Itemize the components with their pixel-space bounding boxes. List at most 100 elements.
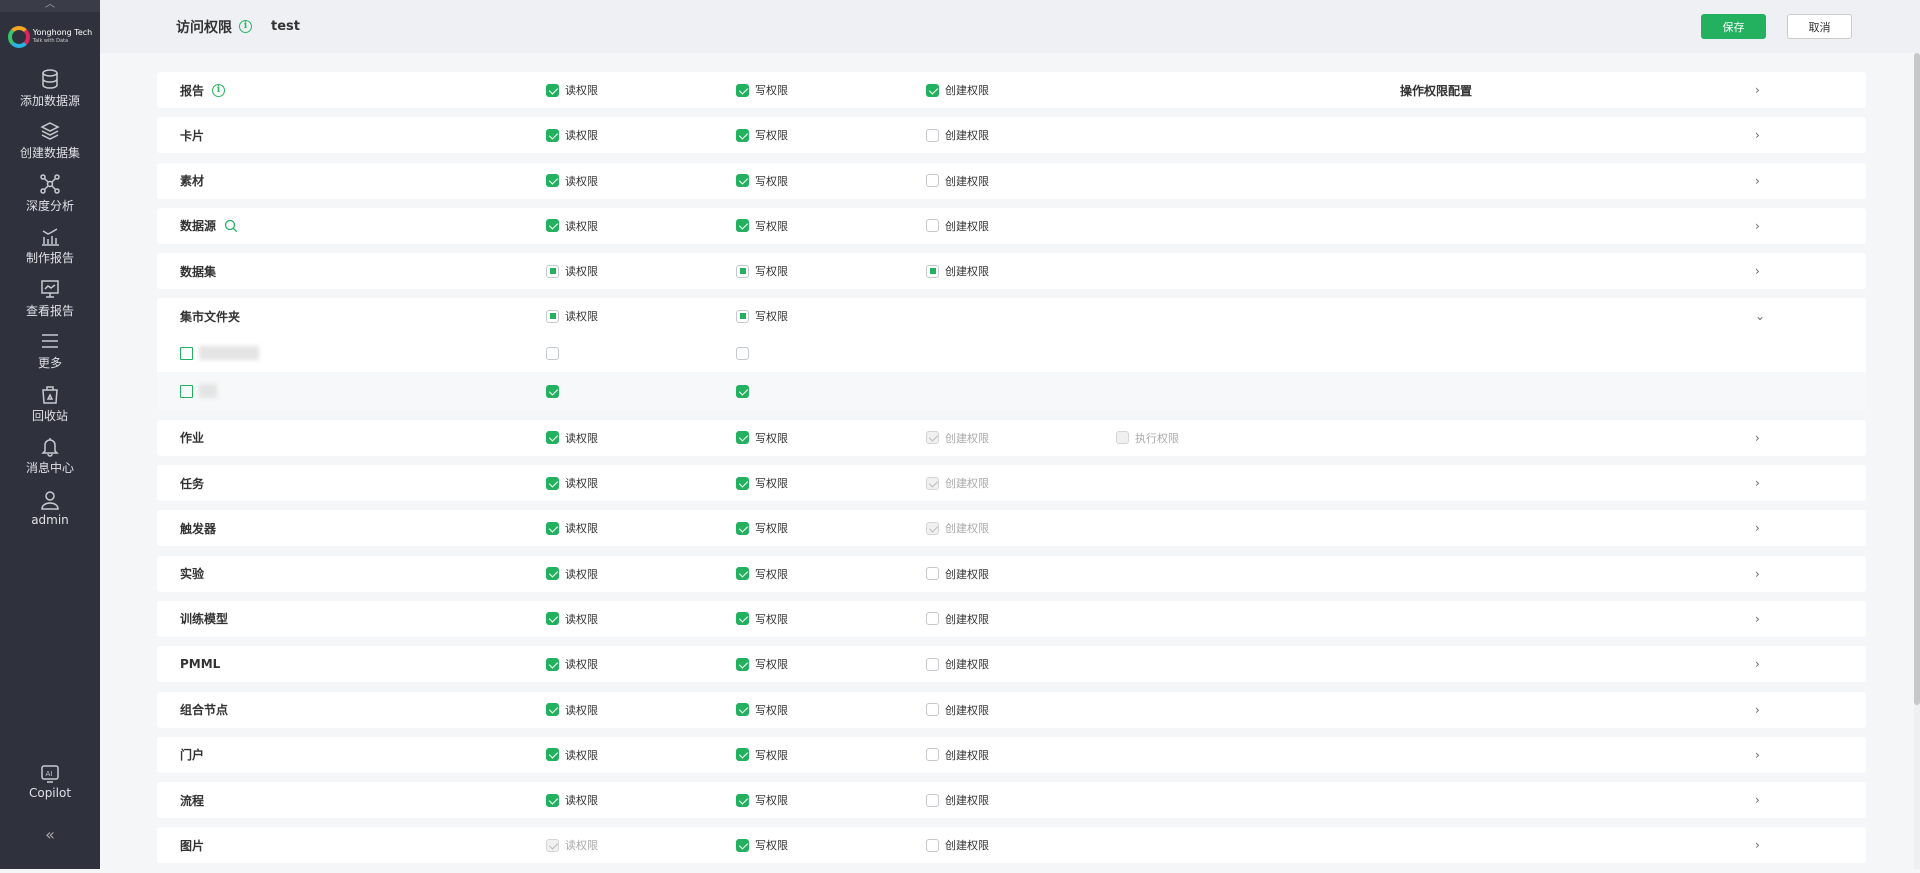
sidebar-item-menu[interactable]: 更多 [0,325,100,378]
checkbox[interactable] [546,219,559,233]
sidebar-item-trash[interactable]: 回收站 [0,377,100,430]
permission-checkbox[interactable]: 写权限 [736,475,788,491]
permission-checkbox[interactable]: 读权限 [546,82,598,98]
permission-checkbox[interactable]: 写权限 [736,520,788,536]
checkbox[interactable] [546,793,559,807]
permission-checkbox[interactable]: 创建权限 [926,218,989,234]
permission-row[interactable]: 数据集 读权限 写权限 创建权限 › [157,253,1866,289]
checkbox[interactable] [736,309,749,323]
permission-checkbox[interactable]: 创建权限 [926,566,989,582]
permission-checkbox[interactable]: 写权限 [736,218,788,234]
permission-checkbox[interactable]: 读权限 [546,127,598,143]
permission-checkbox[interactable] [736,384,749,398]
checkbox[interactable] [736,657,749,671]
permission-row[interactable]: 实验 读权限 写权限 创建权限 › [157,556,1866,592]
permission-checkbox[interactable]: 创建权限 [926,127,989,143]
permission-checkbox[interactable]: 写权限 [736,127,788,143]
sidebar-item-user[interactable]: admin [0,482,100,535]
checkbox[interactable] [546,612,559,626]
checkbox[interactable] [926,838,939,852]
info-icon[interactable]: i [212,83,226,97]
permission-row[interactable]: 任务 读权限 写权限 创建权限 › [157,465,1866,501]
checkbox[interactable] [736,264,749,278]
checkbox[interactable] [736,567,749,581]
checkbox[interactable] [736,476,749,490]
checkbox[interactable] [736,838,749,852]
permission-checkbox[interactable]: 读权限 [546,611,598,627]
chevron-right-icon[interactable]: › [1755,657,1760,671]
checkbox[interactable] [546,128,559,142]
checkbox[interactable] [546,264,559,278]
permission-checkbox[interactable]: 创建权限 [926,656,989,672]
permission-checkbox[interactable]: 读权限 [546,173,598,189]
permission-row[interactable]: 数据源 读权限 写权限 创建权限 › [157,208,1866,244]
permission-checkbox[interactable]: 写权限 [736,308,788,324]
chevron-right-icon[interactable]: › [1755,521,1760,535]
chevron-right-icon[interactable]: › [1755,431,1760,445]
checkbox[interactable] [736,128,749,142]
permission-checkbox[interactable]: 读权限 [546,792,598,808]
checkbox[interactable] [926,174,939,188]
folder-row[interactable] [157,334,1866,372]
sidebar-item-network[interactable]: 深度分析 [0,167,100,220]
checkbox[interactable] [546,174,559,188]
checkbox[interactable] [926,748,939,762]
permission-checkbox[interactable] [736,346,749,360]
checkbox[interactable] [736,83,749,97]
permission-checkbox[interactable]: 创建权限 [926,611,989,627]
chevron-right-icon[interactable]: › [1755,128,1760,142]
checkbox[interactable] [736,793,749,807]
sidebar-item-bar-chart[interactable]: 制作报告 [0,220,100,273]
checkbox[interactable] [926,83,939,97]
chevron-right-icon[interactable]: › [1755,838,1760,852]
checkbox[interactable] [546,431,559,445]
chevron-right-icon[interactable]: › [1755,567,1760,581]
permission-checkbox[interactable]: 创建权限 [926,747,989,763]
checkbox[interactable] [926,567,939,581]
permission-checkbox[interactable]: 写权限 [736,747,788,763]
chevron-right-icon[interactable]: › [1755,793,1760,807]
permission-checkbox[interactable]: 写权限 [736,430,788,446]
chevron-down-icon[interactable]: ⌄ [1755,309,1765,323]
checkbox[interactable] [926,703,939,717]
checkbox[interactable] [926,128,939,142]
chevron-right-icon[interactable]: › [1755,748,1760,762]
permission-checkbox[interactable]: 读权限 [546,702,598,718]
checkbox[interactable] [546,384,559,398]
checkbox[interactable] [546,748,559,762]
checkbox[interactable] [736,174,749,188]
checkbox[interactable] [926,612,939,626]
checkbox[interactable] [546,476,559,490]
chevron-right-icon[interactable]: › [1755,612,1760,626]
cancel-button[interactable]: 取消 [1787,14,1852,39]
permission-checkbox[interactable]: 写权限 [736,566,788,582]
permission-row[interactable]: 触发器 读权限 写权限 创建权限 › [157,510,1866,546]
scrollbar-thumb[interactable] [1914,53,1920,705]
permission-checkbox[interactable]: 写权限 [736,173,788,189]
checkbox[interactable] [926,793,939,807]
chevron-right-icon[interactable]: › [1755,703,1760,717]
permission-checkbox[interactable]: 读权限 [546,747,598,763]
scroll-up-icon[interactable]: ︿ [0,0,100,12]
permission-row[interactable]: 组合节点 读权限 写权限 创建权限 › [157,692,1866,728]
sidebar-item-layers[interactable]: 创建数据集 [0,115,100,168]
permission-row[interactable]: 图片 读权限 写权限 创建权限 › [157,827,1866,863]
permission-checkbox[interactable]: 创建权限 [926,263,989,279]
permission-checkbox[interactable]: 写权限 [736,611,788,627]
permission-checkbox[interactable]: 写权限 [736,263,788,279]
checkbox[interactable] [736,431,749,445]
permission-row[interactable]: 集市文件夹 读权限 写权限 ⌄ [157,298,1866,334]
permission-row[interactable]: 卡片 读权限 写权限 创建权限 › [157,117,1866,153]
checkbox[interactable] [546,83,559,97]
chevron-right-icon[interactable]: › [1755,264,1760,278]
permission-row[interactable]: 门户 读权限 写权限 创建权限 › [157,737,1866,773]
chevron-right-icon[interactable]: › [1755,476,1760,490]
permission-checkbox[interactable]: 读权限 [546,475,598,491]
permission-checkbox[interactable]: 写权限 [736,837,788,853]
permission-checkbox[interactable]: 创建权限 [926,173,989,189]
checkbox[interactable] [546,346,559,360]
permission-checkbox[interactable]: 读权限 [546,520,598,536]
checkbox[interactable] [546,521,559,535]
search-icon[interactable] [224,219,238,233]
checkbox[interactable] [546,309,559,323]
